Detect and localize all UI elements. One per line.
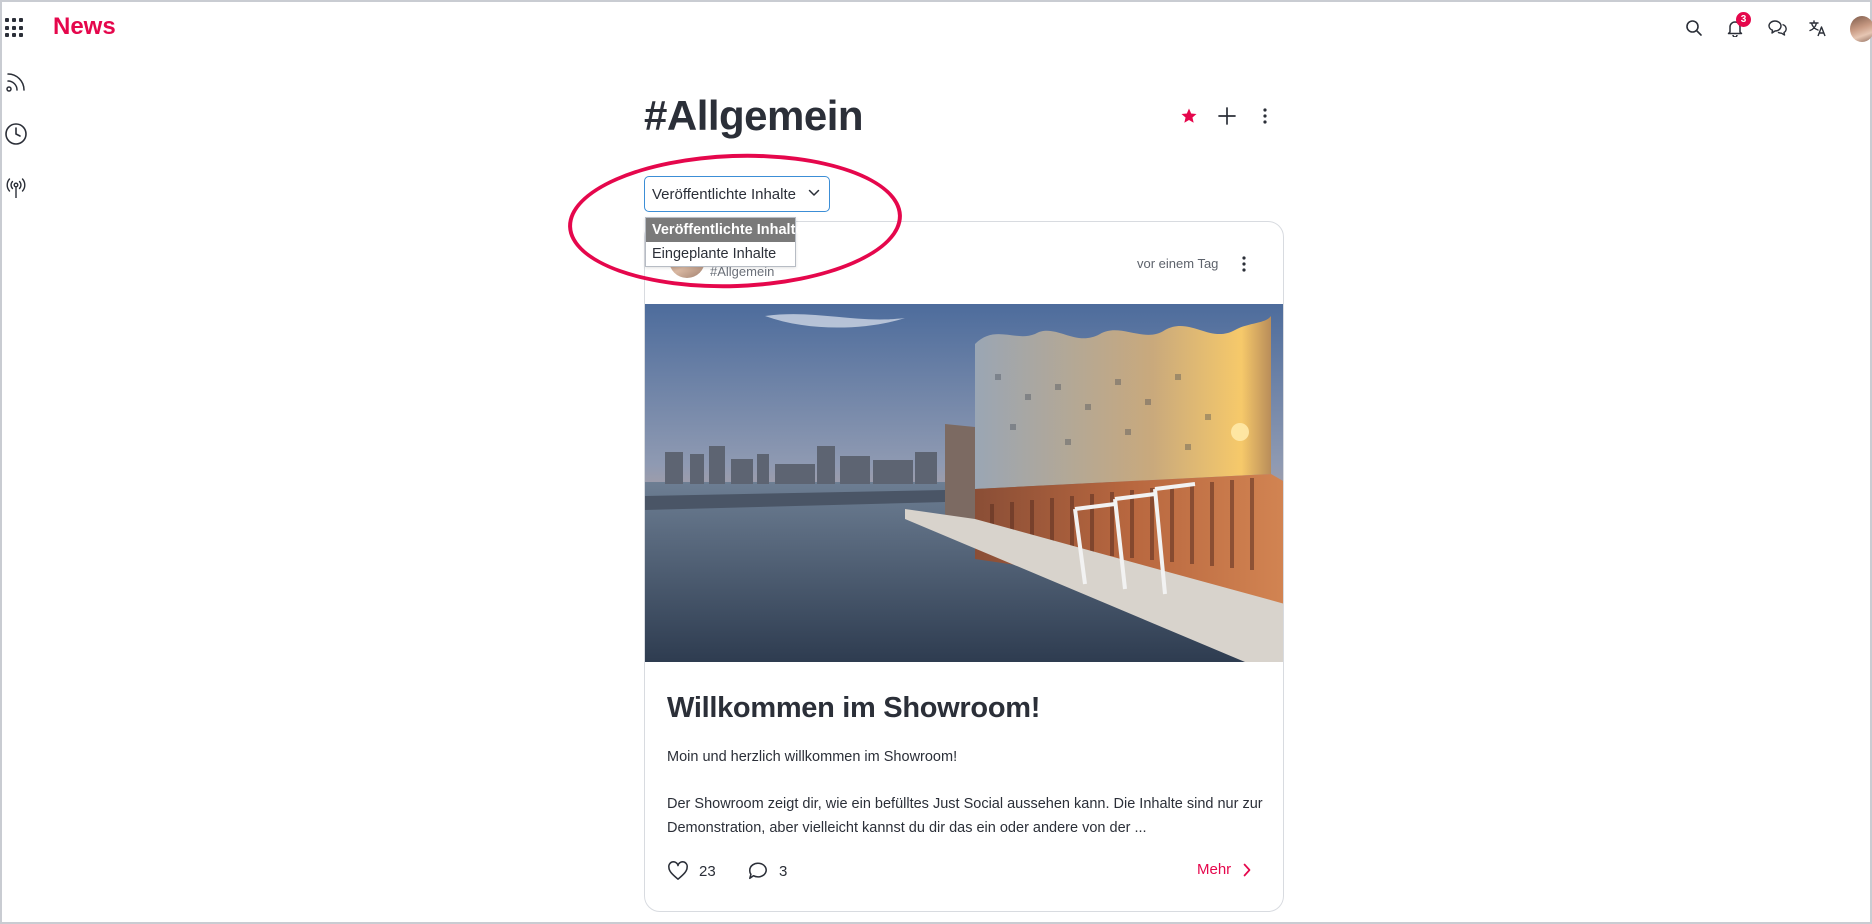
rss-feed-icon[interactable] [4, 70, 28, 94]
broadcast-icon[interactable] [4, 175, 28, 199]
apps-grid-icon[interactable] [5, 18, 25, 38]
filter-dropdown-list: Veröffentlichte Inhalte Eingeplante Inha… [645, 217, 803, 267]
top-bar: News [0, 0, 1872, 56]
page-title: #Allgemein [644, 92, 864, 139]
bell-icon[interactable]: 3 [1723, 12, 1751, 40]
post-timestamp: vor einem Tag [1137, 256, 1219, 271]
option-scheduled[interactable]: Eingeplante Inhalte [646, 242, 795, 266]
select-value: Veröffentlichte Inhalte [652, 185, 796, 203]
heart-icon [668, 861, 688, 880]
more-options-icon[interactable] [1253, 104, 1277, 128]
comment-count: 3 [779, 862, 788, 880]
notification-badge: 3 [1736, 12, 1751, 27]
like-count: 23 [699, 862, 716, 880]
content-filter-select[interactable]: Veröffentlichte Inhalte [644, 176, 830, 212]
comment-button[interactable]: 3 [747, 861, 787, 881]
favorite-star-icon[interactable] [1177, 104, 1201, 128]
post-title[interactable]: Willkommen im Showroom! [667, 692, 1040, 725]
app-title[interactable]: News [53, 13, 116, 41]
more-label: Mehr [1197, 861, 1232, 878]
post-card[interactable]: #Allgemein vor einem Tag Willkommen im S… [644, 221, 1284, 912]
chevron-down-icon [808, 189, 820, 196]
option-published[interactable]: Veröffentlichte Inhalte [646, 218, 803, 242]
post-hero-image[interactable] [645, 304, 1284, 662]
post-paragraph-2: Der Showroom zeigt dir, wie ein befüllte… [667, 796, 1263, 836]
search-icon[interactable] [1682, 16, 1706, 40]
like-button[interactable]: 23 [667, 861, 716, 881]
post-paragraph-1: Moin und herzlich willkommen im Showroom… [667, 749, 958, 765]
clock-icon[interactable] [4, 122, 28, 146]
post-menu-icon[interactable] [1232, 252, 1256, 276]
user-avatar[interactable] [1850, 16, 1872, 42]
chat-icon[interactable] [1765, 16, 1789, 40]
chevron-right-icon [1243, 863, 1251, 876]
add-icon[interactable] [1215, 104, 1239, 128]
more-link[interactable]: Mehr [1197, 861, 1251, 878]
comment-icon [749, 862, 767, 880]
translate-icon[interactable] [1806, 16, 1830, 40]
